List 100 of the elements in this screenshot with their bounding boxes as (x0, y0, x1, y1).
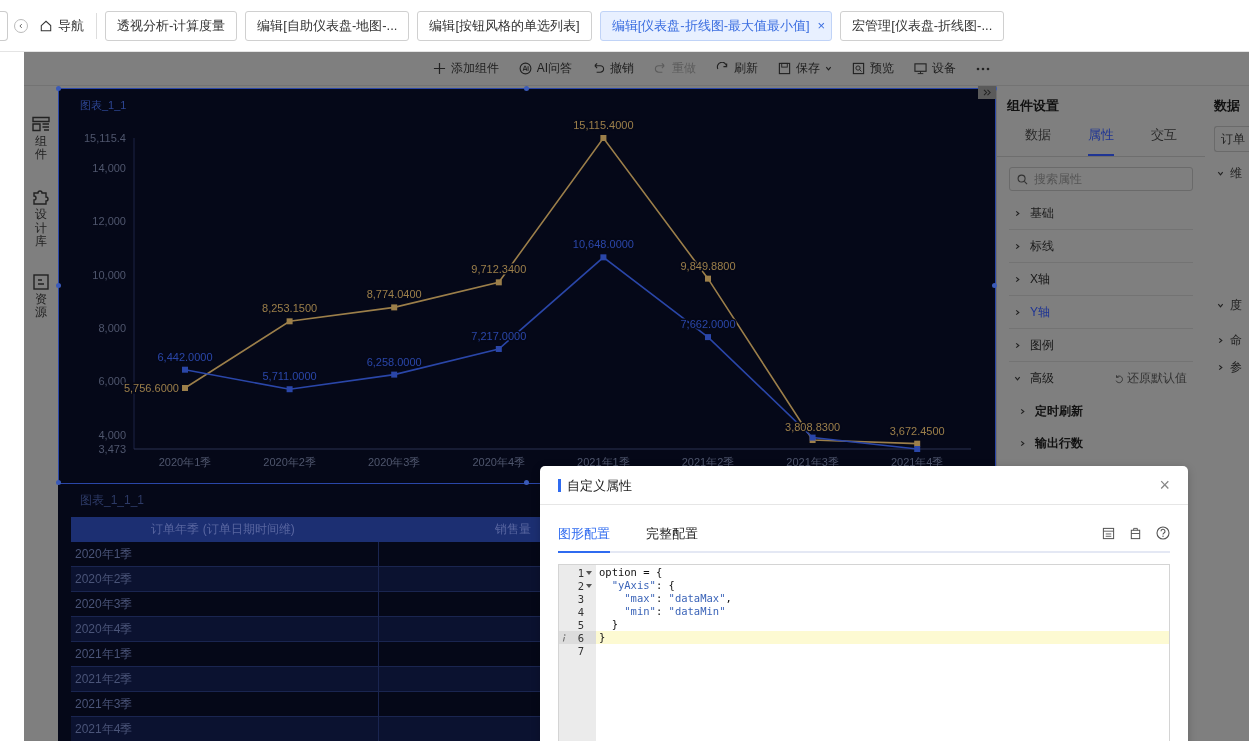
fold-icon[interactable] (586, 570, 592, 575)
toolbar-button[interactable]: 刷新 (716, 60, 759, 77)
data-point (182, 385, 188, 391)
resize-handle[interactable] (524, 86, 529, 91)
sidebar-item[interactable]: 组件 (32, 116, 50, 162)
tree-node[interactable]: 度 (1214, 292, 1242, 319)
y-tick-label: 14,000 (92, 161, 126, 174)
data-label: 8,774.0400 (366, 288, 422, 301)
caret-icon (1014, 209, 1021, 217)
section-header[interactable]: 标线 (1009, 230, 1193, 263)
toolbar-button[interactable]: 保存 (778, 60, 833, 77)
sidebar-item[interactable]: 资源 (33, 273, 49, 320)
data-label: 8,253.1500 (262, 302, 318, 315)
page-tab[interactable]: 编辑[自助仪表盘-地图-... (245, 10, 410, 41)
code-line: "min": "dataMin" (623, 605, 727, 618)
data-label: 15,115.4000 (573, 119, 634, 131)
resize-handle[interactable] (56, 86, 61, 91)
line-number: 1 (577, 566, 584, 579)
toolbar-button[interactable]: 添加组件 (432, 60, 499, 77)
x-tick-label: 2020年1季 (158, 456, 212, 468)
more-button[interactable] (976, 66, 991, 71)
nav-button[interactable]: 导航 (40, 12, 97, 39)
resize-handle[interactable] (524, 480, 529, 485)
toolbar-button[interactable]: AI问答 (518, 60, 573, 77)
toolbar-button[interactable]: 撤销 (592, 60, 635, 77)
tree-node[interactable]: 维 (1214, 160, 1242, 187)
fold-icon[interactable] (586, 583, 592, 588)
table-cell: 2020年2季 (71, 567, 379, 591)
subsection-header[interactable]: 输出行数 (1009, 427, 1193, 459)
table-cell: 2020年3季 (71, 592, 379, 616)
tree-node[interactable]: 参 (1214, 354, 1242, 381)
expand-button[interactable] (978, 86, 996, 99)
x-tick-label: 2021年1季 (577, 456, 630, 468)
section-header[interactable]: 高级 还原默认值 (1009, 362, 1193, 395)
chevron-left-icon (18, 22, 24, 29)
document-icon[interactable] (1102, 526, 1115, 540)
caret-icon (1019, 439, 1026, 447)
panel-tab[interactable]: 数据 (1025, 120, 1052, 156)
code-editor[interactable]: 1 2 3 4 5 6 7 option = { "yAxis": { "max": "dataMax", "min": "dataMin" } } (558, 564, 1170, 741)
dialog-tab[interactable]: 完整配置 (646, 519, 698, 553)
table-cell: 2021年4季 (71, 717, 379, 741)
toolbar-button[interactable]: 预览 (852, 60, 895, 77)
close-button[interactable]: × (1159, 474, 1170, 496)
more-icon (976, 66, 991, 71)
search-icon (1017, 174, 1028, 185)
close-icon[interactable]: × (817, 18, 826, 33)
dataset-select[interactable]: 订单 (1214, 126, 1249, 152)
data-label: 3,672.4500 (889, 424, 945, 437)
data-point (600, 254, 607, 261)
section-header[interactable]: 图例 (1009, 329, 1193, 362)
resize-handle[interactable] (56, 480, 61, 485)
panel-tab[interactable]: 属性 (1088, 120, 1114, 156)
table-cell: 2021年1季 (71, 642, 379, 666)
page-tab[interactable]: 编辑[仪表盘-折线图-最大值最小值] × (599, 10, 833, 41)
help-icon[interactable] (1156, 526, 1170, 540)
data-label: 5,711.0000 (262, 370, 317, 383)
table-title: 图表_1_1_1 (80, 492, 146, 509)
section-header[interactable]: 基础 (1009, 197, 1193, 230)
code-line: "yAxis": { (610, 579, 676, 592)
code-line: } (610, 618, 619, 631)
x-tick-label: 2020年2季 (263, 456, 316, 468)
toolbar-button[interactable]: 设备 (914, 60, 957, 77)
info-icon (562, 634, 566, 642)
page-tab[interactable]: 编辑[按钮风格的单选列表] (417, 10, 592, 41)
y-tick-label: 10,000 (92, 268, 126, 281)
page-tab[interactable]: 宏管理[仪表盘-折线图-... (840, 10, 1005, 41)
section-header[interactable]: Y轴 (1009, 296, 1193, 329)
ai-icon (518, 62, 532, 75)
puzzle-icon (32, 187, 50, 206)
dialog-tab[interactable]: 图形配置 (558, 519, 610, 553)
y-tick-label: 8,000 (98, 322, 126, 335)
tree-node[interactable]: 命 (1214, 327, 1242, 354)
table-cell: 2020年1季 (71, 542, 379, 566)
subsection-header[interactable]: 定时刷新 (1009, 395, 1193, 427)
resize-handle[interactable] (992, 283, 997, 288)
y-tick-label: 6,000 (98, 375, 126, 388)
data-point (391, 304, 398, 311)
line-number: 6 (577, 631, 584, 644)
caret-icon (1217, 170, 1224, 177)
data-point (286, 386, 293, 393)
page-tab[interactable]: 透视分析-计算度量 (105, 10, 238, 41)
dialog-title: 自定义属性 (558, 478, 1160, 492)
section-header[interactable]: X轴 (1009, 263, 1193, 296)
resize-handle[interactable] (56, 283, 61, 288)
panel-tab[interactable]: 交互 (1150, 120, 1177, 156)
data-point (705, 275, 711, 282)
caret-icon (1019, 407, 1026, 415)
caret-icon (1217, 364, 1224, 371)
caret-icon (1014, 308, 1021, 316)
x-tick-label: 2020年3季 (367, 456, 421, 468)
table-cell: 2021年2季 (71, 667, 379, 691)
home-icon (40, 19, 52, 32)
sidebar-item[interactable]: 设计库 (32, 187, 50, 248)
panel-title: 数据 (1214, 97, 1241, 115)
preview-icon (852, 62, 866, 75)
line-number: 7 (577, 644, 584, 657)
y-tick-label: 15,115.4 (84, 132, 126, 144)
clipboard-icon[interactable] (1129, 526, 1142, 540)
reset-link[interactable]: 还原默认值 (1114, 370, 1187, 387)
data-point (286, 318, 293, 325)
